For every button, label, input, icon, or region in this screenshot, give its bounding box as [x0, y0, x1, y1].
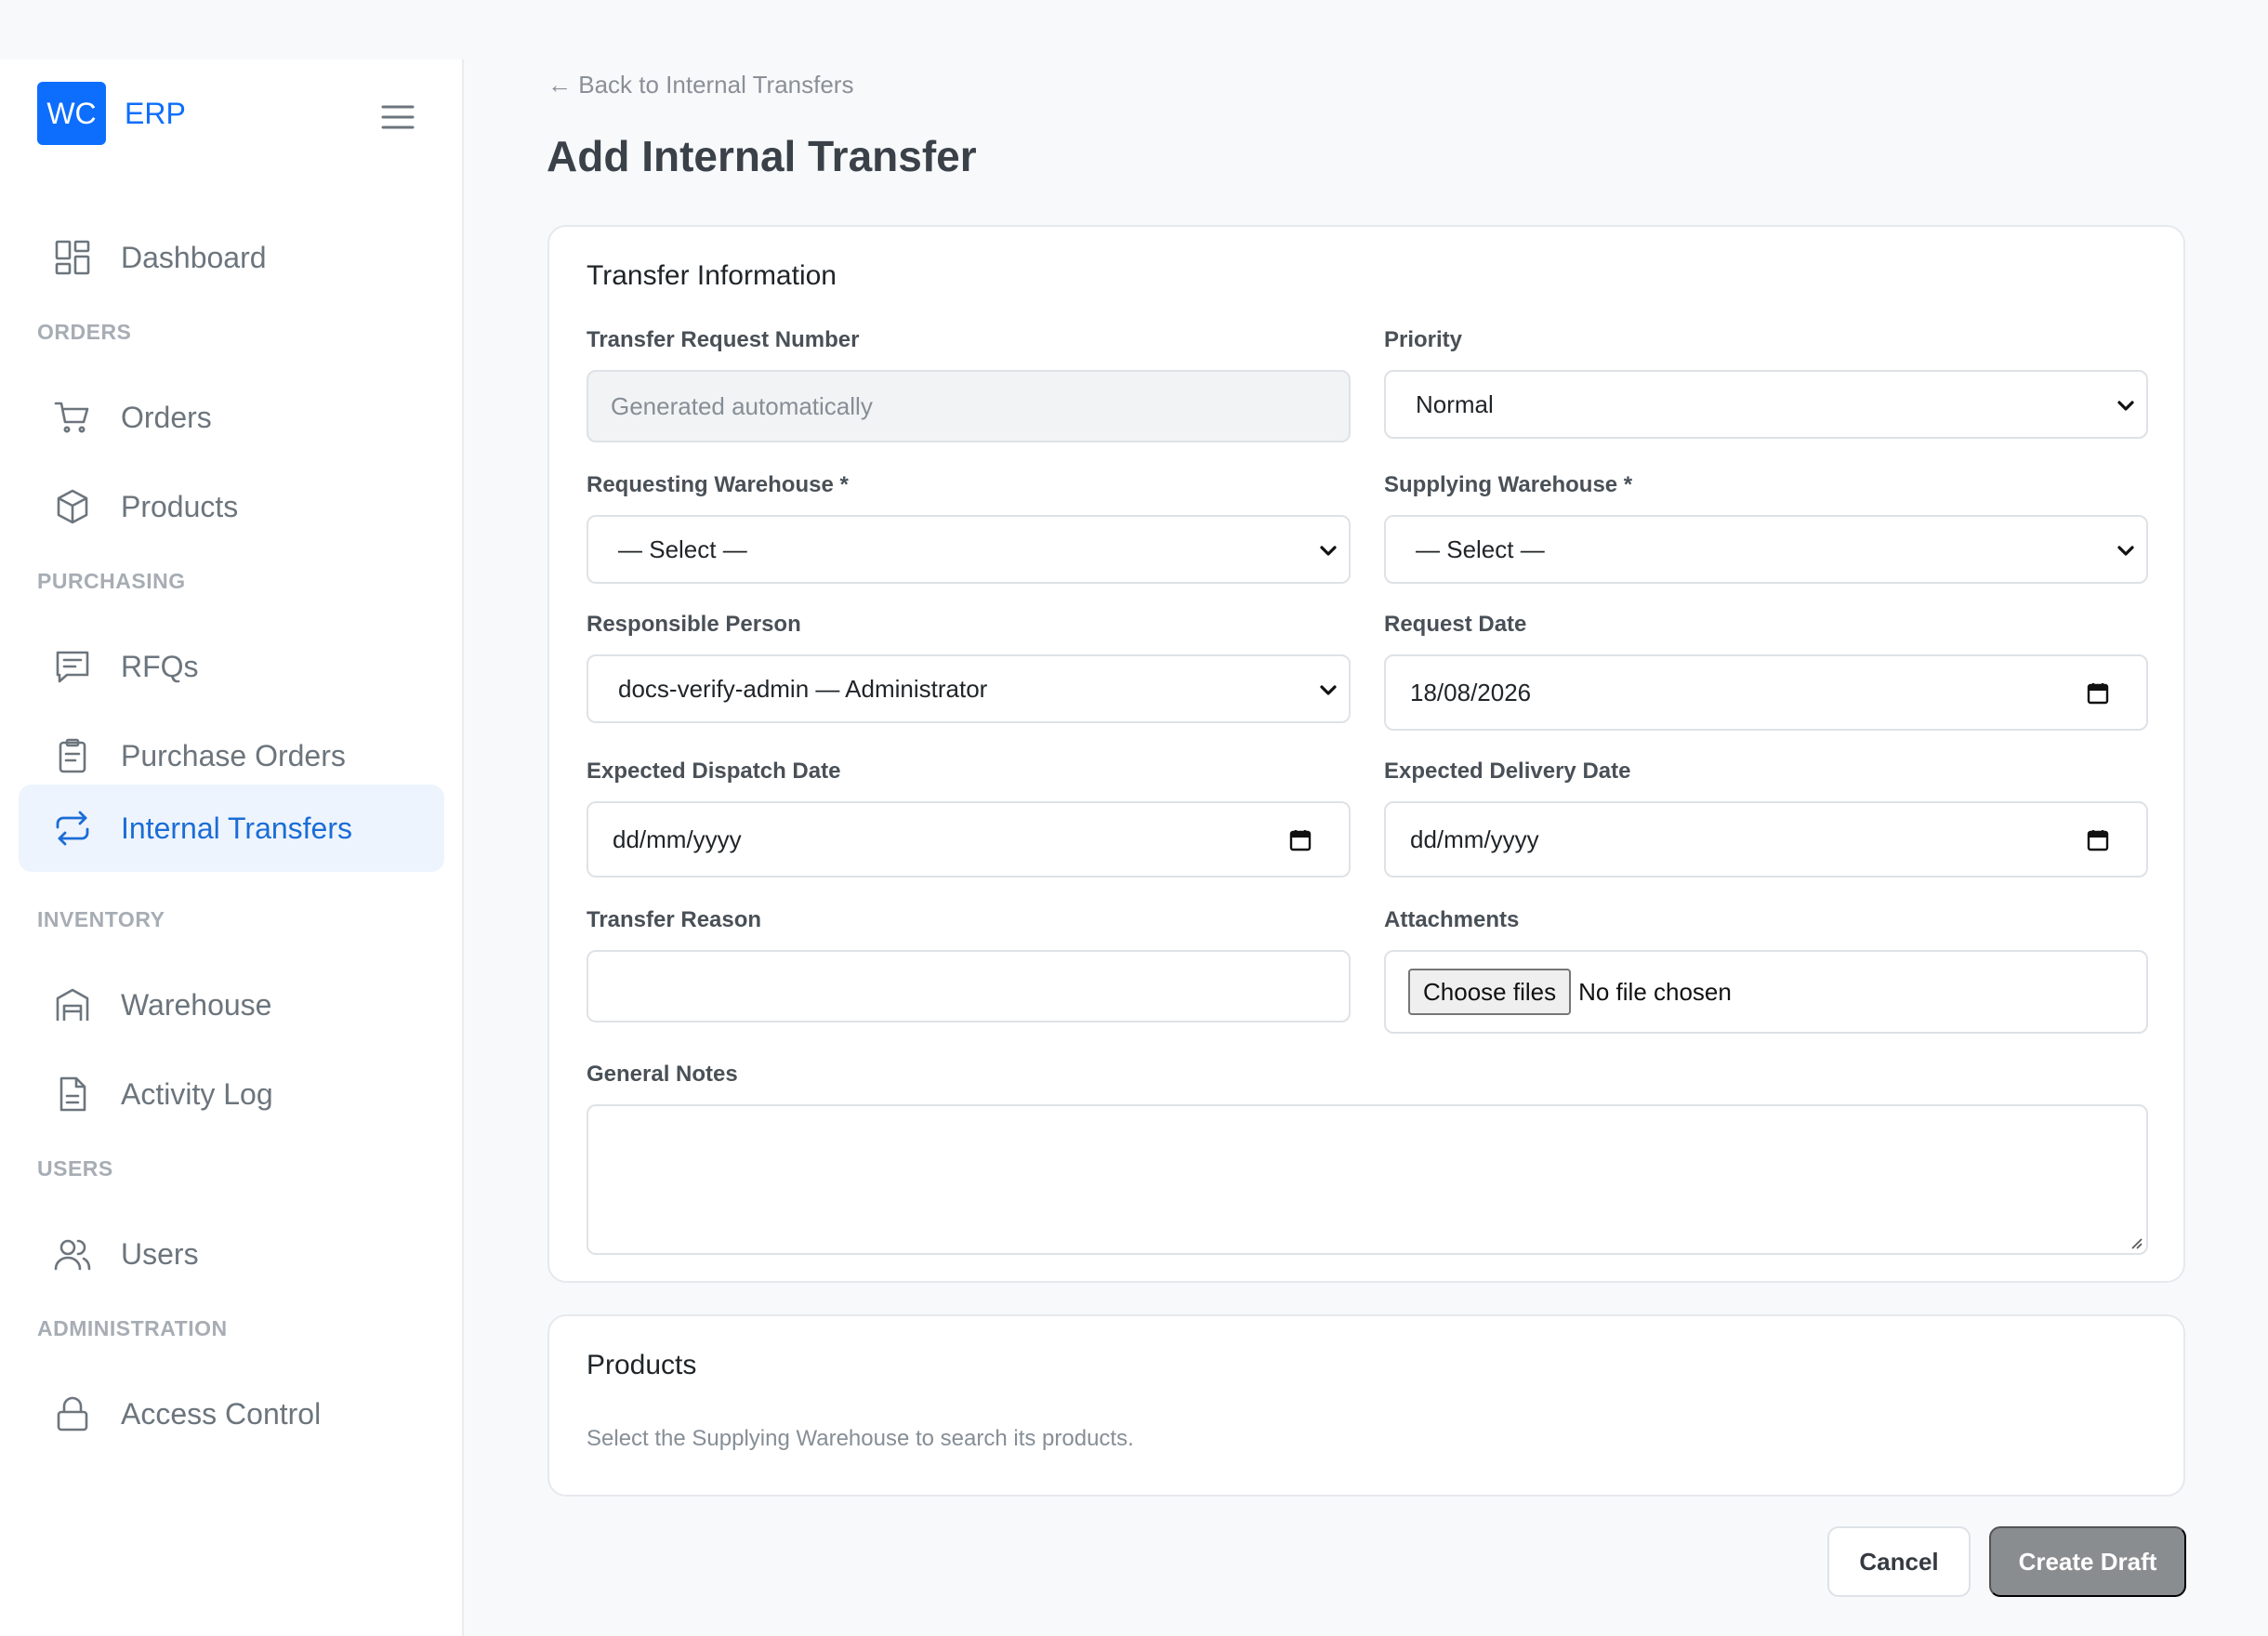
general-notes-textarea[interactable]	[587, 1104, 2148, 1255]
users-icon	[54, 1235, 91, 1273]
sidebar-item-label: Products	[121, 489, 239, 523]
attachments-label: Attachments	[1384, 907, 1520, 932]
transfer-reason-input[interactable]	[587, 950, 1351, 1022]
section-label-orders: ORDERS	[37, 320, 132, 344]
sidebar-item-internal-transfers[interactable]: Internal Transfers	[19, 785, 444, 872]
products-card: Products Select the Supplying Warehouse …	[547, 1314, 2185, 1497]
expected-dispatch-date-input[interactable]: dd/mm/yyyy	[587, 801, 1351, 877]
transfer-request-number-field: Generated automatically	[587, 370, 1351, 442]
responsible-person-select[interactable]: docs-verify-admin — Administrator	[587, 654, 1351, 723]
requesting-warehouse-value: — Select —	[618, 534, 747, 563]
brand[interactable]: WC ERP	[37, 82, 186, 145]
create-draft-button[interactable]: Create Draft	[1989, 1526, 2186, 1597]
card-title: Products	[587, 1350, 697, 1380]
sidebar-item-warehouse[interactable]: Warehouse	[19, 961, 444, 1049]
priority-label: Priority	[1384, 327, 1463, 352]
lock-icon	[54, 1395, 91, 1432]
document-icon	[54, 1075, 91, 1113]
sidebar-item-orders[interactable]: Orders	[19, 374, 444, 461]
sidebar-item-rfqs[interactable]: RFQs	[19, 623, 444, 710]
sidebar-item-label: Orders	[121, 400, 212, 434]
sidebar-item-access-control[interactable]: Access Control	[19, 1370, 444, 1458]
sidebar-item-products[interactable]: Products	[19, 463, 444, 550]
sidebar-item-label: Access Control	[121, 1396, 322, 1431]
section-label-users: USERS	[37, 1156, 113, 1181]
choose-files-button[interactable]: Choose files	[1408, 969, 1572, 1015]
page-title: Add Internal Transfer	[547, 132, 977, 180]
box-icon	[54, 488, 91, 525]
brand-name: ERP	[125, 96, 186, 130]
calendar-icon[interactable]	[2087, 829, 2109, 851]
message-icon	[54, 648, 91, 685]
resize-grip-icon[interactable]	[2128, 1234, 2143, 1249]
attachments-file-input[interactable]: Choose files No file chosen	[1384, 950, 2148, 1034]
sidebar-item-label: Internal Transfers	[121, 811, 352, 845]
general-notes-label: General Notes	[587, 1062, 738, 1087]
supplying-warehouse-select[interactable]: — Select —	[1384, 515, 2148, 584]
sidebar-item-activity-log[interactable]: Activity Log	[19, 1050, 444, 1138]
sidebar-item-dashboard[interactable]: Dashboard	[19, 214, 444, 301]
transfer-icon	[54, 810, 91, 847]
sidebar-item-label: RFQs	[121, 649, 199, 683]
sidebar-item-label: Purchase Orders	[121, 738, 346, 772]
transfer-information-card: Transfer Information Transfer Request Nu…	[547, 225, 2185, 1283]
chevron-down-icon	[2117, 401, 2134, 411]
clipboard-icon	[54, 737, 91, 774]
warehouse-icon	[54, 986, 91, 1023]
sidebar: WC ERP Dashboard ORDERS Orders Products …	[0, 59, 464, 1636]
sidebar-item-label: Users	[121, 1236, 199, 1271]
calendar-icon[interactable]	[2087, 682, 2109, 705]
sidebar-item-label: Activity Log	[121, 1076, 273, 1111]
cancel-button[interactable]: Cancel	[1827, 1526, 1971, 1597]
cart-icon	[54, 399, 91, 436]
priority-select[interactable]: Normal	[1384, 370, 2148, 439]
chevron-down-icon	[1320, 546, 1337, 556]
brand-logo: WC	[37, 82, 106, 145]
transfer-request-number-label: Transfer Request Number	[587, 327, 860, 352]
back-to-internal-transfers-link[interactable]: ← Back to Internal Transfers	[547, 71, 853, 99]
hamburger-menu-icon[interactable]	[379, 99, 416, 136]
responsible-person-label: Responsible Person	[587, 612, 801, 637]
chevron-down-icon	[1320, 685, 1337, 695]
request-date-value: 18/08/2026	[1410, 678, 1532, 706]
chevron-down-icon	[2117, 546, 2134, 556]
responsible-person-value: docs-verify-admin — Administrator	[618, 674, 988, 703]
expected-dispatch-date-value: dd/mm/yyyy	[613, 825, 742, 853]
sidebar-item-label: Warehouse	[121, 987, 272, 1022]
file-status-text: No file chosen	[1578, 977, 1732, 1006]
expected-delivery-date-value: dd/mm/yyyy	[1410, 825, 1539, 853]
card-title: Transfer Information	[587, 260, 837, 291]
section-label-administration: ADMINISTRATION	[37, 1316, 228, 1340]
requesting-warehouse-label: Requesting Warehouse *	[587, 472, 849, 497]
request-date-label: Request Date	[1384, 612, 1527, 637]
expected-delivery-date-label: Expected Delivery Date	[1384, 759, 1631, 784]
products-helper-text: Select the Supplying Warehouse to search…	[587, 1426, 1134, 1451]
sidebar-item-label: Dashboard	[121, 240, 267, 274]
section-label-purchasing: PURCHASING	[37, 569, 186, 593]
priority-select-value: Normal	[1416, 389, 1494, 418]
expected-dispatch-date-label: Expected Dispatch Date	[587, 759, 841, 784]
transfer-reason-label: Transfer Reason	[587, 907, 762, 932]
requesting-warehouse-select[interactable]: — Select —	[587, 515, 1351, 584]
expected-delivery-date-input[interactable]: dd/mm/yyyy	[1384, 801, 2148, 877]
request-date-input[interactable]: 18/08/2026	[1384, 654, 2148, 731]
sidebar-item-users[interactable]: Users	[19, 1210, 444, 1298]
dashboard-icon	[54, 239, 91, 276]
supplying-warehouse-value: — Select —	[1416, 534, 1545, 563]
supplying-warehouse-label: Supplying Warehouse *	[1384, 472, 1633, 497]
calendar-icon[interactable]	[1289, 829, 1312, 851]
section-label-inventory: INVENTORY	[37, 907, 165, 931]
